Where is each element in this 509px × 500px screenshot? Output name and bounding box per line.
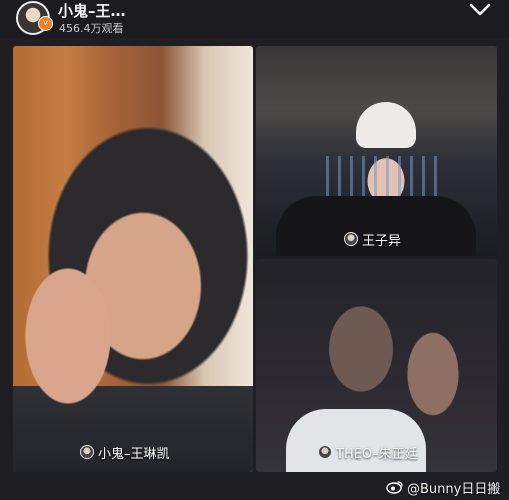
verified-badge-icon: v (38, 16, 53, 31)
guest-name-bottom-right: THEO–朱正廷 (336, 446, 418, 462)
video-scene-hand (13, 241, 133, 431)
guest-name-top-right: 王子异 (362, 233, 402, 249)
video-tile-main[interactable] (13, 46, 253, 472)
live-header: v 小鬼–王… 456.4万观看 (0, 0, 509, 38)
chevron-down-icon[interactable] (468, 0, 492, 20)
video-tile-bottom-right[interactable] (256, 259, 497, 472)
guest-avatar (344, 232, 358, 246)
video-scene-hand (396, 314, 471, 434)
guest-label-top-right[interactable]: 王子异 (344, 230, 402, 249)
video-scene-cap (356, 102, 416, 148)
guest-name-main: 小鬼–王琳凯 (98, 446, 170, 462)
guest-label-main[interactable]: 小鬼–王琳凯 (80, 443, 170, 462)
guest-avatar (80, 445, 94, 459)
video-tile-top-right[interactable] (256, 46, 497, 256)
guest-label-bottom-right[interactable]: THEO–朱正廷 (318, 443, 418, 462)
watermark: @Bunny日日搬 (386, 478, 501, 497)
host-name[interactable]: 小鬼–王… (58, 0, 126, 21)
watermark-text: @Bunny日日搬 (407, 481, 501, 497)
video-scene-lights (326, 156, 446, 196)
viewer-count: 456.4万观看 (59, 22, 124, 35)
weibo-icon (386, 481, 403, 494)
guest-avatar (318, 445, 332, 459)
